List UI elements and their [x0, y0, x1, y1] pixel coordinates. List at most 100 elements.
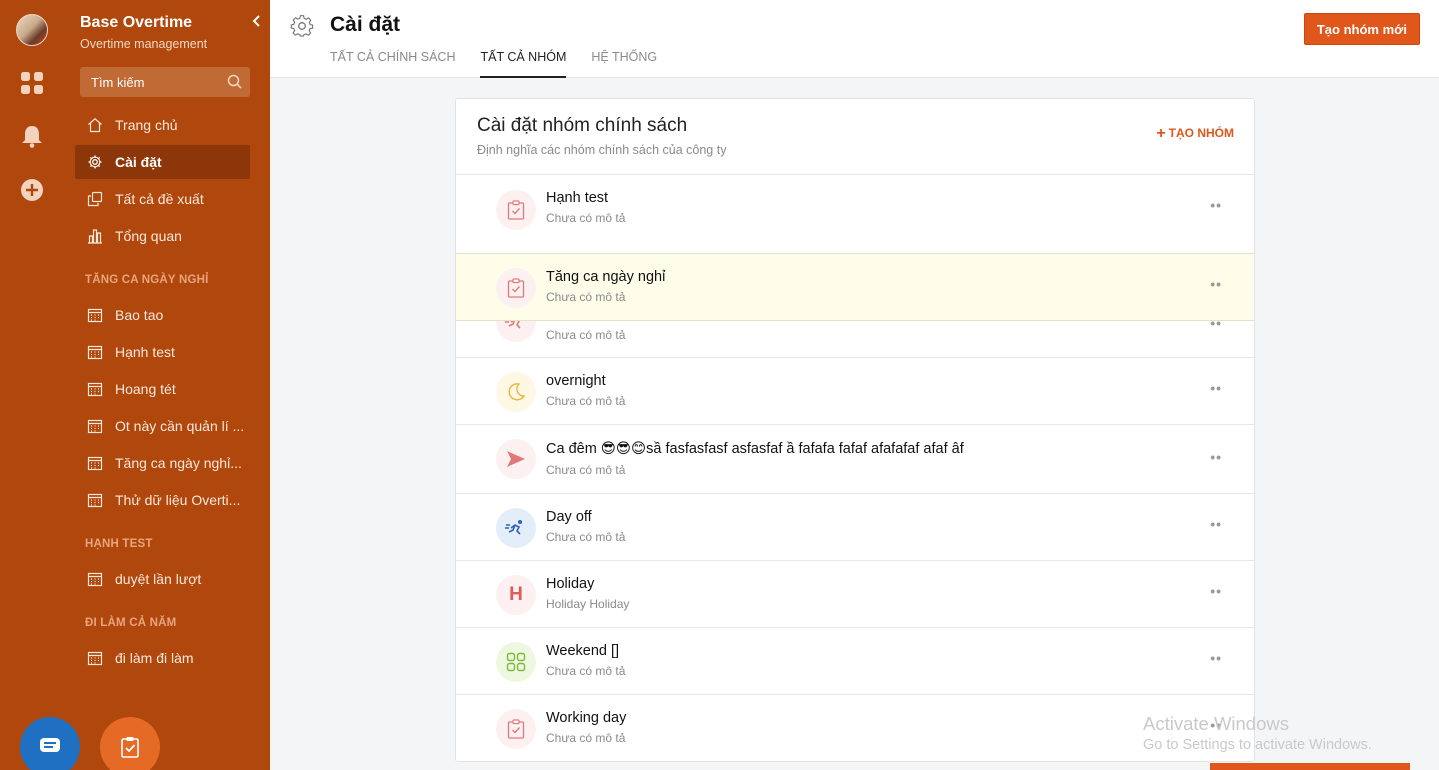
send-icon: [496, 439, 536, 479]
create-group-button[interactable]: Tạo nhóm mới: [1303, 13, 1420, 45]
home-icon: [87, 117, 103, 133]
search-box: [80, 67, 250, 97]
sidebar-item-policy[interactable]: Ot này cần quản lí ...: [75, 409, 250, 443]
clipboard-check-icon: [496, 268, 536, 308]
nav-item-label: Thử dữ liệu Overti...: [115, 492, 241, 508]
group-name: Working day: [546, 710, 627, 726]
card-title: Cài đặt nhóm chính sách: [477, 115, 688, 136]
group-description: Chưa có mô tả: [546, 211, 626, 225]
tab-all-policies[interactable]: TẤT CẢ CHÍNH SÁCH: [330, 50, 455, 78]
group-name: Ca đêm 😎😎😊sầ fasfasfasf asfasfaf ầ fafaf…: [546, 441, 964, 457]
group-name: overnight: [546, 373, 606, 389]
group-name: Tăng ca ngày nghỉ: [546, 269, 666, 285]
group-description: Chưa có mô tả: [546, 394, 626, 408]
list-item[interactable]: Ca đêm 😎😎😊sầ fasfasfasf asfasfaf ầ fafaf…: [456, 424, 1254, 493]
tab-system[interactable]: HỆ THỐNG: [591, 50, 657, 78]
bottom-action-bar[interactable]: [1210, 763, 1410, 770]
nav-item-overview[interactable]: Tổng quan: [75, 219, 250, 253]
avatar[interactable]: [16, 14, 48, 46]
running-icon: [496, 508, 536, 548]
list-item[interactable]: overnight Chưa có mô tả ••: [456, 357, 1254, 424]
group-name: Holiday: [546, 576, 595, 592]
group-name: Hạnh test: [546, 190, 609, 206]
page-title: Cài đặt: [330, 13, 401, 36]
nav-item-label: Cài đặt: [115, 154, 162, 170]
calendar-icon: [87, 455, 103, 471]
add-group-link[interactable]: + TẠO NHÓM: [1156, 125, 1234, 143]
section-title: ĐI LÀM CẢ NĂM: [85, 617, 177, 629]
plus-icon: +: [1156, 125, 1166, 142]
group-name: Weekend []: [546, 643, 620, 659]
list-item[interactable]: Working day Chưa có mô tả ••: [456, 694, 1254, 761]
more-options-icon[interactable]: ••: [1210, 380, 1222, 396]
bell-icon[interactable]: [20, 124, 44, 148]
more-options-icon[interactable]: ••: [1210, 197, 1222, 213]
chat-icon: [39, 737, 61, 760]
gear-icon: [290, 14, 314, 43]
apps-grid-icon[interactable]: [20, 71, 44, 95]
search-icon[interactable]: [227, 74, 242, 94]
nav-item-label: Hạnh test: [115, 344, 175, 360]
list-item[interactable]: Day off Chưa có mô tả ••: [456, 493, 1254, 560]
nav-item-settings[interactable]: Cài đặt: [75, 145, 250, 179]
clipboard-check-icon: [496, 709, 536, 749]
list-item[interactable]: H Holiday Holiday Holiday ••: [456, 560, 1254, 627]
bar-chart-icon: [87, 228, 103, 244]
section-title: HẠNH TEST: [85, 538, 153, 550]
page-header: Cài đặt TẤT CẢ CHÍNH SÁCH TẤT CẢ NHÓM HỆ…: [270, 0, 1439, 78]
nav-item-label: Trang chủ: [115, 117, 178, 133]
group-description: Chưa có mô tả: [546, 664, 626, 678]
more-options-icon[interactable]: ••: [1210, 516, 1222, 532]
calendar-icon: [87, 307, 103, 323]
group-description: Chưa có mô tả: [546, 463, 626, 477]
windows-activation-hint: Go to Settings to activate Windows.: [1143, 737, 1372, 753]
add-circle-icon[interactable]: [20, 178, 44, 202]
list-item[interactable]: Hạnh test Chưa có mô tả ••: [456, 174, 1254, 253]
list-item-dragging[interactable]: Tăng ca ngày nghỉ Chưa có mô tả ••: [456, 253, 1254, 321]
sidebar-item-policy[interactable]: Thử dữ liệu Overti...: [75, 483, 250, 517]
group-description: Chưa có mô tả: [546, 530, 626, 544]
windows-activation-watermark: Activate Windows: [1143, 713, 1289, 734]
calendar-icon: [87, 492, 103, 508]
tab-bar: TẤT CẢ CHÍNH SÁCH TẤT CẢ NHÓM HỆ THỐNG: [330, 50, 682, 78]
calendar-icon: [87, 381, 103, 397]
more-options-icon[interactable]: ••: [1210, 449, 1222, 465]
sidebar-item-policy[interactable]: Hạnh test: [75, 335, 250, 369]
left-rail: [0, 0, 64, 770]
moon-icon: [496, 372, 536, 412]
sidebar-item-policy[interactable]: Tăng ca ngày nghỉ...: [75, 446, 250, 480]
nav-item-label: Hoang tét: [115, 381, 176, 397]
nav-item-label: đi làm đi làm: [115, 650, 194, 666]
task-fab-button[interactable]: [100, 717, 160, 770]
calendar-icon: [87, 344, 103, 360]
gear-icon: [87, 154, 103, 170]
group-description: Chưa có mô tả: [546, 328, 626, 342]
sidebar-item-policy[interactable]: Bao tao: [75, 298, 250, 332]
search-input[interactable]: [80, 67, 220, 97]
more-options-icon[interactable]: ••: [1210, 583, 1222, 599]
policy-group-card: Cài đặt nhóm chính sách Định nghĩa các n…: [455, 98, 1255, 762]
nav-item-label: Tổng quan: [115, 228, 182, 244]
group-description: Holiday Holiday: [546, 597, 630, 611]
nav-item-label: Tất cả đề xuất: [115, 191, 204, 207]
group-description: Chưa có mô tả: [546, 290, 626, 304]
more-options-icon[interactable]: ••: [1210, 650, 1222, 666]
sidebar-item-policy[interactable]: đi làm đi làm: [75, 641, 250, 675]
copy-icon: [87, 191, 103, 207]
list-item[interactable]: Weekend [] Chưa có mô tả ••: [456, 627, 1254, 694]
section-title: TĂNG CA NGÀY NGHỈ: [85, 274, 209, 286]
add-group-label: TẠO NHÓM: [1168, 126, 1234, 140]
grid-icon: [496, 642, 536, 682]
tab-all-groups[interactable]: TẤT CẢ NHÓM: [480, 50, 567, 78]
sidebar: Base Overtime Overtime management Trang …: [64, 0, 270, 770]
more-options-icon[interactable]: ••: [1210, 276, 1222, 292]
sidebar-item-policy[interactable]: Hoang tét: [75, 372, 250, 406]
nav-item-all-requests[interactable]: Tất cả đề xuất: [75, 182, 250, 216]
nav-item-label: Ot này cần quản lí ...: [115, 418, 245, 434]
nav-item-home[interactable]: Trang chủ: [75, 108, 250, 142]
sidebar-item-policy[interactable]: duyệt lần lượt: [75, 562, 250, 596]
card-subtitle: Định nghĩa các nhóm chính sách của công …: [477, 143, 727, 157]
collapse-sidebar-icon[interactable]: [252, 14, 262, 30]
chat-fab-button[interactable]: [20, 717, 80, 770]
calendar-icon: [87, 571, 103, 587]
